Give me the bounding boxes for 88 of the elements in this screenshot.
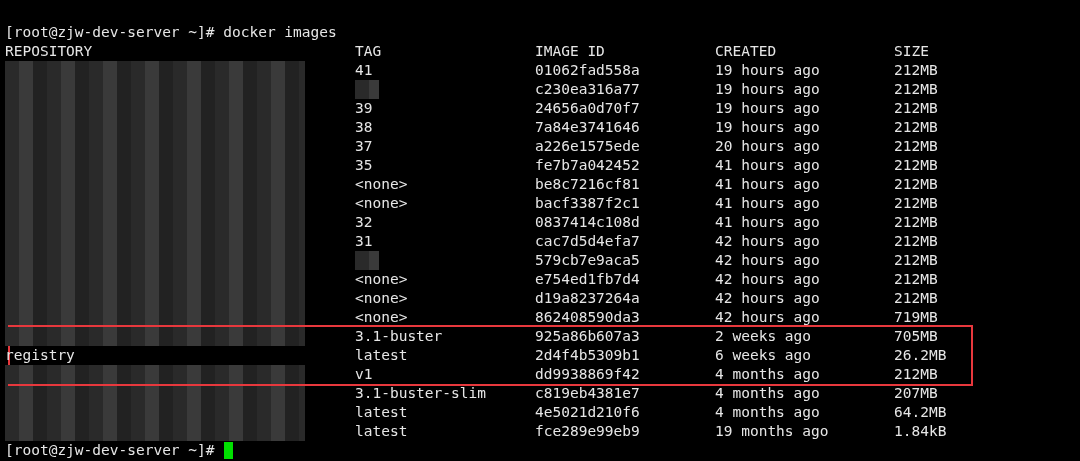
table-cell: c230ea316a77	[535, 81, 640, 97]
table-cell: 37	[355, 138, 373, 154]
table-cell: 579cb7e9aca5	[535, 252, 640, 268]
table-cell: c819eb4381e7	[535, 385, 640, 401]
table-cell: 3.1-buster-slim	[355, 385, 486, 401]
table-cell: 41 hours ago	[715, 176, 820, 192]
table-cell: 32	[355, 214, 373, 230]
table-cell: 35	[355, 157, 373, 173]
table-cell: 212MB	[894, 138, 938, 154]
table-cell: <none>	[355, 271, 408, 287]
table-cell: <none>	[355, 290, 408, 306]
command-prompt: [root@zjw-dev-server ~]#	[5, 441, 215, 460]
table-cell: 39	[355, 100, 373, 116]
table-cell: 19 hours ago	[715, 119, 820, 135]
table-cell: latest	[355, 404, 408, 420]
table-cell: 01062fad558a	[535, 62, 640, 78]
table-cell: 212MB	[894, 62, 938, 78]
table-cell: 6 weeks ago	[715, 347, 812, 363]
table-cell: 212MB	[894, 214, 938, 230]
table-cell: 24656a0d70f7	[535, 100, 640, 116]
table-cell: 19 months ago	[715, 423, 829, 439]
table-cell: 4 months ago	[715, 404, 820, 420]
table-cell: 0837414c108d	[535, 214, 640, 230]
table-cell: 212MB	[894, 290, 938, 306]
table-cell: d19a8237264a	[535, 290, 640, 306]
table-cell: 31	[355, 233, 373, 249]
table-cell: <none>	[355, 309, 408, 325]
table-cell: <none>	[355, 176, 408, 192]
table-cell: 212MB	[894, 233, 938, 249]
table-cell: 212MB	[894, 100, 938, 116]
table-cell: 38	[355, 119, 373, 135]
table-cell: 3.1-buster	[355, 328, 443, 344]
table-cell: be8c7216cf81	[535, 176, 640, 192]
table-cell: dd9938869f42	[535, 366, 640, 382]
column-header: CREATED	[715, 43, 777, 59]
table-cell: latest	[355, 347, 408, 363]
table-cell: 4e5021d210f6	[535, 404, 640, 420]
table-cell: 212MB	[894, 271, 938, 287]
table-cell: 212MB	[894, 119, 938, 135]
table-cell: 212MB	[894, 157, 938, 173]
table-cell: latest	[355, 423, 408, 439]
table-cell: 2d4f4b5309b1	[535, 347, 640, 363]
table-cell: 19 hours ago	[715, 62, 820, 78]
table-cell: 41 hours ago	[715, 195, 820, 211]
table-cell: 925a86b607a3	[535, 328, 640, 344]
table-cell: 41 hours ago	[715, 157, 820, 173]
column-header: TAG	[355, 43, 382, 59]
table-cell: 212MB	[894, 195, 938, 211]
table-cell: 42 hours ago	[715, 233, 820, 249]
table-cell: 719MB	[894, 309, 938, 325]
table-cell: 4 months ago	[715, 385, 820, 401]
redaction-mosaic	[355, 251, 379, 270]
table-cell: 19 hours ago	[715, 100, 820, 116]
table-cell: fe7b7a042452	[535, 157, 640, 173]
table-cell: fce289e99eb9	[535, 423, 640, 439]
table-cell: 42 hours ago	[715, 309, 820, 325]
table-cell: <none>	[355, 195, 408, 211]
table-cell: 20 hours ago	[715, 138, 820, 154]
table-cell: 207MB	[894, 385, 938, 401]
table-cell: 42 hours ago	[715, 252, 820, 268]
table-cell: bacf3387f2c1	[535, 195, 640, 211]
table-cell: 212MB	[894, 252, 938, 268]
column-header: IMAGE ID	[535, 43, 605, 59]
command-prompt: [root@zjw-dev-server ~]# docker images	[5, 24, 337, 40]
table-cell: 42 hours ago	[715, 290, 820, 306]
table-cell: 705MB	[894, 328, 938, 344]
table-cell: 26.2MB	[894, 347, 947, 363]
table-cell: 4 months ago	[715, 366, 820, 382]
table-cell: 19 hours ago	[715, 81, 820, 97]
column-header: REPOSITORY	[5, 43, 93, 59]
redaction-mosaic	[355, 80, 379, 99]
table-cell: e754ed1fb7d4	[535, 271, 640, 287]
table-cell: 212MB	[894, 81, 938, 97]
table-cell: a226e1575ede	[535, 138, 640, 154]
column-header: SIZE	[894, 43, 929, 59]
table-cell: 7a84e3741646	[535, 119, 640, 135]
table-cell: 64.2MB	[894, 404, 947, 420]
table-cell: 42 hours ago	[715, 271, 820, 287]
table-cell: 41	[355, 62, 373, 78]
table-cell: v1	[355, 366, 373, 382]
table-cell: 41 hours ago	[715, 214, 820, 230]
table-cell: 2 weeks ago	[715, 328, 812, 344]
table-cell: 1.84kB	[894, 423, 947, 439]
text-cursor	[223, 442, 233, 459]
table-cell: 212MB	[894, 366, 938, 382]
table-cell: 862408590da3	[535, 309, 640, 325]
table-cell: 212MB	[894, 176, 938, 192]
table-cell: cac7d5d4efa7	[535, 233, 640, 249]
